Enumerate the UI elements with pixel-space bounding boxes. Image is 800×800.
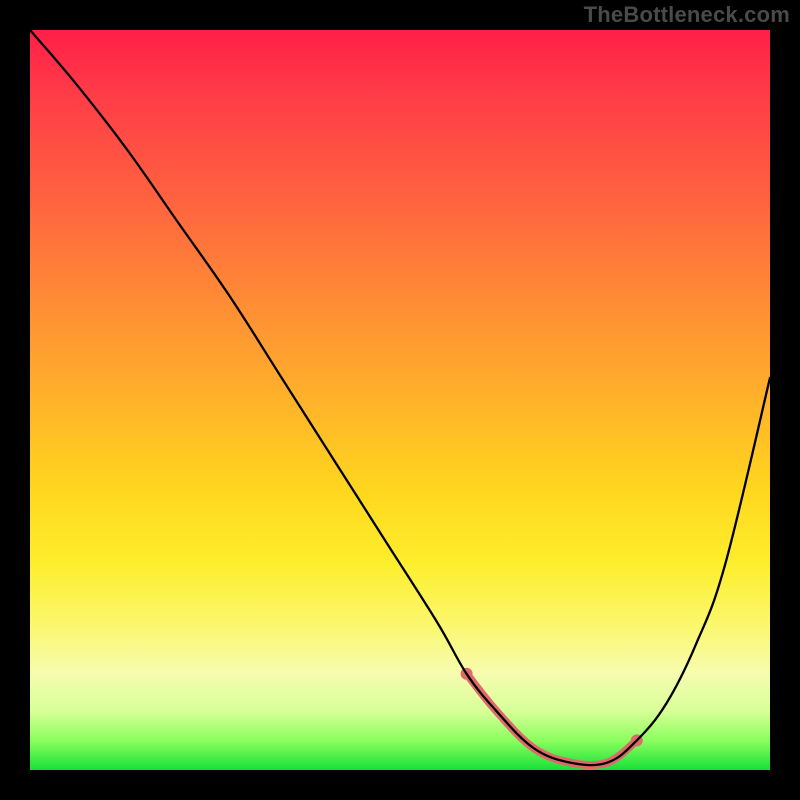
chart-frame: TheBottleneck.com bbox=[0, 0, 800, 800]
optimal-region-highlight bbox=[467, 674, 637, 765]
curve-overlay bbox=[30, 30, 770, 770]
bottleneck-curve bbox=[30, 30, 770, 765]
plot-area bbox=[30, 30, 770, 770]
attribution-watermark: TheBottleneck.com bbox=[584, 2, 790, 28]
